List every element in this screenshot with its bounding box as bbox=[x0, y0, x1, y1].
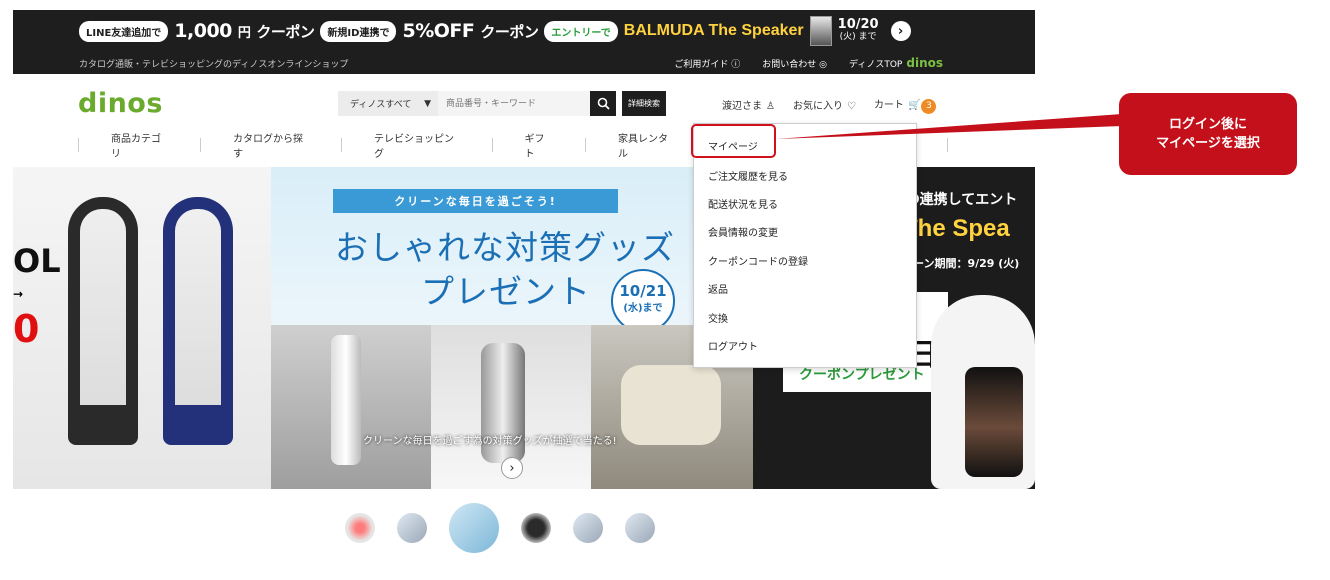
line-badge: LINE友達追加で bbox=[79, 20, 169, 42]
nav-item-gift[interactable]: ギフト bbox=[493, 130, 586, 160]
promo-banner[interactable]: LINE友達追加で 1,000 円 クーポン 新規ID連携で 5%OFF クーポ… bbox=[13, 10, 1035, 74]
site-description: カタログ通販・テレビショッピングのディノスオンラインショップ bbox=[79, 59, 349, 70]
instruction-callout: ログイン後に マイページを選択 bbox=[1119, 93, 1297, 175]
mask-shape bbox=[621, 365, 721, 445]
page: LINE友達追加で 1,000 円 クーポン 新規ID連携で 5%OFF クーポ… bbox=[0, 0, 1330, 580]
id-badge: 新規ID連携で bbox=[320, 20, 397, 42]
person-icon: ♙ bbox=[766, 101, 775, 113]
dinos-top-link[interactable]: ディノスTOP dinos bbox=[849, 56, 943, 70]
promo-subbar: カタログ通販・テレビショッピングのディノスオンラインショップ ご利用ガイド ⓘ … bbox=[13, 52, 1035, 74]
promo-deadline: 10/20 (火) まで bbox=[838, 18, 879, 44]
dropdown-triangle-icon: ▼ bbox=[424, 98, 431, 109]
deadline-date: 10/20 bbox=[837, 17, 879, 32]
contact-label: お問い合わせ bbox=[762, 59, 817, 70]
hero-left-arrow: → bbox=[13, 287, 24, 301]
user-menu: 渡辺さま ♙ お気に入り ♡ カート 🛒 3 bbox=[722, 96, 937, 114]
speaker-thumbnail bbox=[809, 16, 832, 46]
hero-date-sub: (水)まで bbox=[623, 303, 663, 314]
nav-divider bbox=[947, 138, 949, 152]
cart-label: カート bbox=[873, 100, 904, 111]
hero-left-price: 0 bbox=[13, 307, 40, 351]
carousel-thumbnails bbox=[345, 503, 655, 553]
guide-link[interactable]: ご利用ガイド ⓘ bbox=[674, 57, 740, 70]
fan-product-image bbox=[163, 197, 233, 445]
advanced-search-button[interactable]: 詳細検索 bbox=[622, 91, 666, 116]
carousel-thumb[interactable] bbox=[521, 513, 551, 543]
cart-icon: 🛒 bbox=[907, 100, 921, 111]
discount-label: クーポン bbox=[480, 22, 539, 41]
nav-item-category[interactable]: 商品カテゴリ bbox=[79, 130, 200, 160]
hero-right-line3: ーン期間：9/29 (火) bbox=[913, 257, 1020, 270]
coupon-amount: 1,000 bbox=[174, 20, 232, 42]
menu-item-logout[interactable]: ログアウト bbox=[708, 338, 758, 353]
bottle-shape bbox=[331, 335, 361, 465]
search-category-select[interactable]: ディノスすべて ▼ bbox=[338, 91, 438, 116]
cart-link[interactable]: カート 🛒 3 bbox=[873, 96, 937, 114]
account-dropdown-menu: マイページ ご注文履歴を見る 配送状況を見る 会員情報の変更 クーポンコードの登… bbox=[693, 123, 917, 368]
carousel-thumb-active[interactable] bbox=[449, 503, 499, 553]
hero-ribbon: クリーンな毎日を過ごそう! bbox=[333, 189, 618, 213]
nav-item-furniture-rental[interactable]: 家具レンタル bbox=[586, 130, 707, 160]
promo-row: LINE友達追加で 1,000 円 クーポン 新規ID連携で 5%OFF クーポ… bbox=[13, 10, 1035, 52]
coupon-yen: 円 bbox=[237, 25, 251, 41]
carousel-thumb[interactable] bbox=[625, 513, 655, 543]
carousel-thumb[interactable] bbox=[345, 513, 375, 543]
hero-title-line2: プレゼント bbox=[421, 272, 591, 311]
menu-item-coupon-code[interactable]: クーポンコードの登録 bbox=[708, 253, 808, 268]
nav-item-catalog[interactable]: カタログから探す bbox=[201, 130, 341, 160]
cart-count-badge: 3 bbox=[921, 98, 937, 114]
coupon-label: クーポン bbox=[256, 22, 315, 41]
carousel-thumb[interactable] bbox=[397, 513, 427, 543]
favorites-label: お気に入り bbox=[792, 101, 843, 113]
user-name: 渡辺さま bbox=[722, 101, 762, 113]
search-input[interactable] bbox=[438, 91, 590, 116]
heart-icon: ♡ bbox=[846, 101, 856, 113]
speaker-product-image bbox=[965, 367, 1023, 477]
mypage-highlight-box bbox=[691, 124, 776, 158]
hero-title-line1: おしゃれな対策グッズ bbox=[335, 228, 675, 267]
search-category-label: ディノスすべて bbox=[350, 100, 412, 110]
nav-item-tv-shopping[interactable]: テレビショッピング bbox=[342, 130, 492, 160]
favorites-link[interactable]: お気に入り ♡ bbox=[793, 97, 856, 112]
callout-line2: マイページを選択 bbox=[1156, 136, 1260, 151]
dinos-small-logo: dinos bbox=[906, 56, 943, 70]
hero-next-icon[interactable]: › bbox=[501, 457, 523, 479]
promo-arrow-icon[interactable]: › bbox=[890, 21, 911, 41]
discount: 5%OFF bbox=[402, 20, 475, 42]
hero-left-text: OL bbox=[13, 242, 61, 280]
menu-item-order-history[interactable]: ご注文履歴を見る bbox=[708, 168, 788, 183]
account-link[interactable]: 渡辺さま ♙ bbox=[722, 97, 775, 112]
menu-item-return[interactable]: 返品 bbox=[708, 281, 728, 296]
carousel-thumb[interactable] bbox=[573, 513, 603, 543]
search-bar: ディノスすべて ▼ 詳細検索 bbox=[338, 91, 666, 116]
hero-caption: クリーンな毎日を過ごす為の対策グッズが抽選で当たる! bbox=[363, 436, 617, 447]
search-icon bbox=[597, 97, 610, 110]
headset-icon: ◎ bbox=[819, 59, 827, 70]
hero-right-line1: D連携してエント bbox=[908, 192, 1018, 208]
search-button[interactable] bbox=[590, 91, 616, 116]
menu-item-delivery-status[interactable]: 配送状況を見る bbox=[708, 196, 778, 211]
hero-right-line2: The Spea bbox=[903, 215, 1010, 242]
menu-item-member-info[interactable]: 会員情報の変更 bbox=[708, 224, 778, 239]
dinos-logo[interactable]: dinos bbox=[78, 88, 163, 119]
callout-line1: ログイン後に bbox=[1168, 117, 1247, 132]
top-label: ディノスTOP bbox=[848, 60, 903, 70]
fan-product-image bbox=[68, 197, 138, 445]
menu-item-exchange[interactable]: 交換 bbox=[708, 310, 728, 325]
deadline-sub: (火) まで bbox=[839, 32, 877, 42]
hero-slide-main[interactable]: クリーンな毎日を過ごそう! おしゃれな対策グッズ プレゼント 10/21 (水)… bbox=[271, 167, 753, 489]
contact-link[interactable]: お問い合わせ ◎ bbox=[762, 57, 827, 70]
utility-links: ご利用ガイド ⓘ お問い合わせ ◎ ディノスTOP dinos bbox=[674, 56, 1035, 70]
hero-slide-left[interactable]: OL → 0 bbox=[13, 167, 271, 489]
balmuda-text: BALMUDA The Speaker bbox=[623, 22, 804, 39]
hero-date-badge: 10/21 (水)まで bbox=[611, 269, 675, 333]
product-image-diffuser bbox=[271, 325, 431, 489]
hero-date: 10/21 bbox=[619, 282, 667, 300]
entry-badge: エントリーで bbox=[544, 20, 618, 42]
